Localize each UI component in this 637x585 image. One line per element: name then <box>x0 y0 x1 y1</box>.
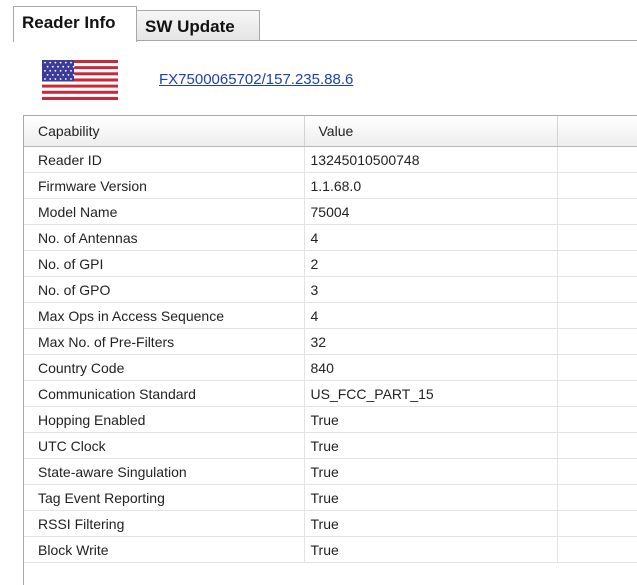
table-row[interactable]: No. of GPO 3 <box>24 276 637 303</box>
grid-body: Reader ID 13245010500748 Firmware Version 1… <box>24 146 637 563</box>
table-row[interactable]: Firmware Version 1.1.68.0 <box>24 172 637 199</box>
filler-cell <box>557 484 637 511</box>
value-cell: 840 <box>304 354 558 381</box>
value-cell: 32 <box>304 328 558 355</box>
value-cell: 75004 <box>304 198 558 225</box>
table-row[interactable]: Tag Event Reporting True <box>24 484 637 511</box>
filler-cell <box>557 224 637 251</box>
capability-cell: Max Ops in Access Sequence <box>24 302 305 329</box>
value-cell: 4 <box>304 224 558 251</box>
filler-cell <box>557 302 637 329</box>
filler-cell <box>557 198 637 225</box>
filler-cell <box>557 276 637 303</box>
value-cell: US_FCC_PART_15 <box>304 380 558 407</box>
capability-cell: Model Name <box>24 198 305 225</box>
capability-cell: Firmware Version <box>24 172 305 199</box>
tab-reader-info[interactable]: Reader Info <box>13 6 137 42</box>
capability-cell: Block Write <box>24 536 305 563</box>
value-cell: True <box>304 406 558 433</box>
capability-cell: Country Code <box>24 354 305 381</box>
table-row[interactable]: Reader ID 13245010500748 <box>24 146 637 173</box>
tab-sw-update[interactable]: SW Update <box>137 10 260 41</box>
capability-cell: No. of Antennas <box>24 224 305 251</box>
column-header-value[interactable]: Value <box>304 116 558 147</box>
capabilities-grid[interactable]: Capability Value Reader ID 13245010500748… <box>23 115 637 585</box>
table-row[interactable]: Country Code 840 <box>24 354 637 381</box>
capability-cell: Tag Event Reporting <box>24 484 305 511</box>
value-cell: True <box>304 432 558 459</box>
table-row[interactable]: RSSI Filtering True <box>24 510 637 537</box>
filler-cell <box>557 458 637 485</box>
reader-address-link[interactable]: FX7500065702/157.235.88.6 <box>159 71 353 88</box>
filler-cell <box>557 380 637 407</box>
table-row[interactable]: Communication Standard US_FCC_PART_15 <box>24 380 637 407</box>
reader-info-panel: FX7500065702/157.235.88.6 Capability Val… <box>13 41 637 585</box>
value-cell: 13245010500748 <box>304 146 558 173</box>
capability-cell: RSSI Filtering <box>24 510 305 537</box>
capability-cell: UTC Clock <box>24 432 305 459</box>
value-cell: True <box>304 484 558 511</box>
filler-cell <box>557 250 637 277</box>
capability-cell: Reader ID <box>24 146 305 173</box>
table-row[interactable]: Max No. of Pre-Filters 32 <box>24 328 637 355</box>
filler-cell <box>557 354 637 381</box>
filler-cell <box>557 406 637 433</box>
filler-cell <box>557 328 637 355</box>
capability-cell: Hopping Enabled <box>24 406 305 433</box>
table-row[interactable]: Max Ops in Access Sequence 4 <box>24 302 637 329</box>
table-row[interactable]: Block Write True <box>24 536 637 563</box>
filler-cell <box>557 510 637 537</box>
capability-cell: State-aware Singulation <box>24 458 305 485</box>
value-cell: 4 <box>304 302 558 329</box>
value-cell: 2 <box>304 250 558 277</box>
value-cell: 1.1.68.0 <box>304 172 558 199</box>
capability-cell: No. of GPO <box>24 276 305 303</box>
capability-cell: No. of GPI <box>24 250 305 277</box>
grid-header-row: Capability Value <box>24 116 637 147</box>
capabilities-table: Capability Value Reader ID 13245010500748… <box>24 116 637 563</box>
column-header-filler <box>557 116 637 147</box>
table-row[interactable]: Hopping Enabled True <box>24 406 637 433</box>
table-row[interactable]: No. of GPI 2 <box>24 250 637 277</box>
us-flag-icon <box>42 60 118 100</box>
value-cell: True <box>304 510 558 537</box>
filler-cell <box>557 172 637 199</box>
table-row[interactable]: No. of Antennas 4 <box>24 224 637 251</box>
value-cell: True <box>304 536 558 563</box>
column-header-capability[interactable]: Capability <box>24 116 305 147</box>
value-cell: True <box>304 458 558 485</box>
table-row[interactable]: State-aware Singulation True <box>24 458 637 485</box>
table-row[interactable]: UTC Clock True <box>24 432 637 459</box>
value-cell: 3 <box>304 276 558 303</box>
table-row[interactable]: Model Name 75004 <box>24 198 637 225</box>
filler-cell <box>557 432 637 459</box>
capability-cell: Max No. of Pre-Filters <box>24 328 305 355</box>
tab-bar: Reader Info SW Update <box>0 0 637 42</box>
filler-cell <box>557 146 637 173</box>
filler-cell <box>557 536 637 563</box>
capability-cell: Communication Standard <box>24 380 305 407</box>
